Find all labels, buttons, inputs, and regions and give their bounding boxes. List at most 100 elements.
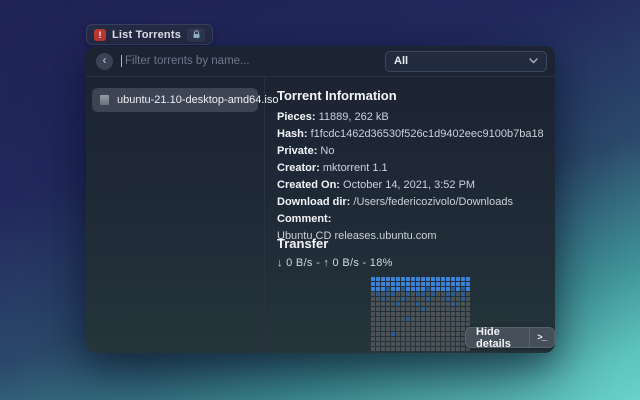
piece-cell bbox=[421, 287, 425, 291]
piece-cell bbox=[426, 337, 430, 341]
torrent-information-panel: Torrent Information Pieces: 11889, 262 k… bbox=[277, 88, 547, 247]
piece-cell bbox=[431, 302, 435, 306]
piece-cell bbox=[371, 282, 375, 286]
hide-details-label: Hide details bbox=[466, 326, 529, 350]
filter-torrents-input[interactable] bbox=[121, 55, 385, 67]
hide-details-button[interactable]: Hide details >_ bbox=[465, 327, 555, 348]
piece-cell bbox=[396, 332, 400, 336]
piece-cell bbox=[386, 302, 390, 306]
piece-cell bbox=[381, 287, 385, 291]
piece-cell bbox=[406, 317, 410, 321]
piece-cell bbox=[386, 277, 390, 281]
piece-cell bbox=[406, 307, 410, 311]
filter-category-dropdown[interactable]: All bbox=[385, 51, 547, 72]
info-value: f1fcdc1462d36530f526c1d9402eec9100b7ba18 bbox=[311, 128, 544, 140]
piece-cell bbox=[441, 327, 445, 331]
piece-cell bbox=[416, 282, 420, 286]
piece-cell bbox=[461, 312, 465, 316]
piece-cell bbox=[376, 292, 380, 296]
piece-cell bbox=[441, 297, 445, 301]
piece-cell bbox=[436, 292, 440, 296]
piece-cell bbox=[381, 312, 385, 316]
back-button[interactable]: ‹ bbox=[96, 53, 113, 70]
piece-cell bbox=[401, 312, 405, 316]
piece-cell bbox=[426, 317, 430, 321]
piece-cell bbox=[461, 282, 465, 286]
piece-cell bbox=[391, 282, 395, 286]
piece-cell bbox=[416, 322, 420, 326]
piece-cell bbox=[401, 317, 405, 321]
piece-cell bbox=[441, 337, 445, 341]
torrent-name: ubuntu-21.10-desktop-amd64.iso bbox=[117, 94, 278, 106]
piece-cell bbox=[426, 287, 430, 291]
torrent-information-title: Torrent Information bbox=[277, 88, 547, 103]
piece-cell bbox=[461, 307, 465, 311]
piece-cell bbox=[391, 292, 395, 296]
piece-cell bbox=[381, 297, 385, 301]
piece-cell bbox=[436, 312, 440, 316]
piece-cell bbox=[396, 322, 400, 326]
window-tab-list-torrents[interactable]: ! List Torrents bbox=[86, 24, 213, 45]
piece-cell bbox=[416, 332, 420, 336]
piece-cell bbox=[396, 327, 400, 331]
piece-cell bbox=[441, 317, 445, 321]
piece-cell bbox=[376, 327, 380, 331]
piece-cell bbox=[376, 297, 380, 301]
piece-cell bbox=[416, 317, 420, 321]
piece-cell bbox=[391, 312, 395, 316]
piece-cell bbox=[431, 282, 435, 286]
torrent-list-item-selected[interactable]: ubuntu-21.10-desktop-amd64.iso bbox=[92, 88, 258, 112]
piece-cell bbox=[411, 282, 415, 286]
piece-cell bbox=[376, 312, 380, 316]
piece-cell bbox=[426, 342, 430, 346]
info-row: Private: No bbox=[277, 145, 547, 162]
info-label: Download dir: bbox=[277, 196, 353, 208]
piece-cell bbox=[421, 317, 425, 321]
transfer-title: Transfer bbox=[277, 236, 328, 251]
piece-cell bbox=[456, 342, 460, 346]
terminal-prompt-icon[interactable]: >_ bbox=[529, 333, 554, 343]
piece-cell bbox=[396, 297, 400, 301]
piece-cell bbox=[446, 332, 450, 336]
piece-cell bbox=[381, 282, 385, 286]
piece-cell bbox=[456, 287, 460, 291]
piece-cell bbox=[436, 287, 440, 291]
piece-cell bbox=[416, 342, 420, 346]
piece-cell bbox=[436, 332, 440, 336]
piece-cell bbox=[381, 302, 385, 306]
piece-cell bbox=[376, 302, 380, 306]
piece-cell bbox=[381, 337, 385, 341]
piece-cell bbox=[386, 327, 390, 331]
piece-cell bbox=[411, 307, 415, 311]
piece-cell bbox=[446, 317, 450, 321]
piece-cell bbox=[396, 347, 400, 351]
piece-cell bbox=[451, 312, 455, 316]
piece-cell bbox=[436, 317, 440, 321]
piece-cell bbox=[396, 282, 400, 286]
info-label: Private: bbox=[277, 145, 320, 157]
piece-cell bbox=[411, 292, 415, 296]
piece-cell bbox=[436, 277, 440, 281]
piece-cell bbox=[396, 302, 400, 306]
piece-cell bbox=[421, 332, 425, 336]
piece-cell bbox=[371, 347, 375, 351]
piece-cell bbox=[381, 332, 385, 336]
piece-cell bbox=[376, 287, 380, 291]
piece-cell bbox=[371, 287, 375, 291]
piece-cell bbox=[446, 312, 450, 316]
info-row: Pieces: 11889, 262 kB bbox=[277, 111, 547, 128]
piece-cell bbox=[456, 317, 460, 321]
piece-cell bbox=[436, 337, 440, 341]
piece-cell bbox=[386, 337, 390, 341]
piece-cell bbox=[416, 337, 420, 341]
piece-cell bbox=[401, 292, 405, 296]
piece-cell bbox=[446, 302, 450, 306]
piece-cell bbox=[406, 297, 410, 301]
info-row: Download dir: /Users/federicozivolo/Down… bbox=[277, 196, 547, 213]
chevron-down-icon bbox=[529, 58, 538, 64]
piece-cell bbox=[456, 282, 460, 286]
piece-cell bbox=[451, 332, 455, 336]
piece-cell bbox=[381, 322, 385, 326]
piece-cell bbox=[376, 332, 380, 336]
piece-cell bbox=[436, 322, 440, 326]
